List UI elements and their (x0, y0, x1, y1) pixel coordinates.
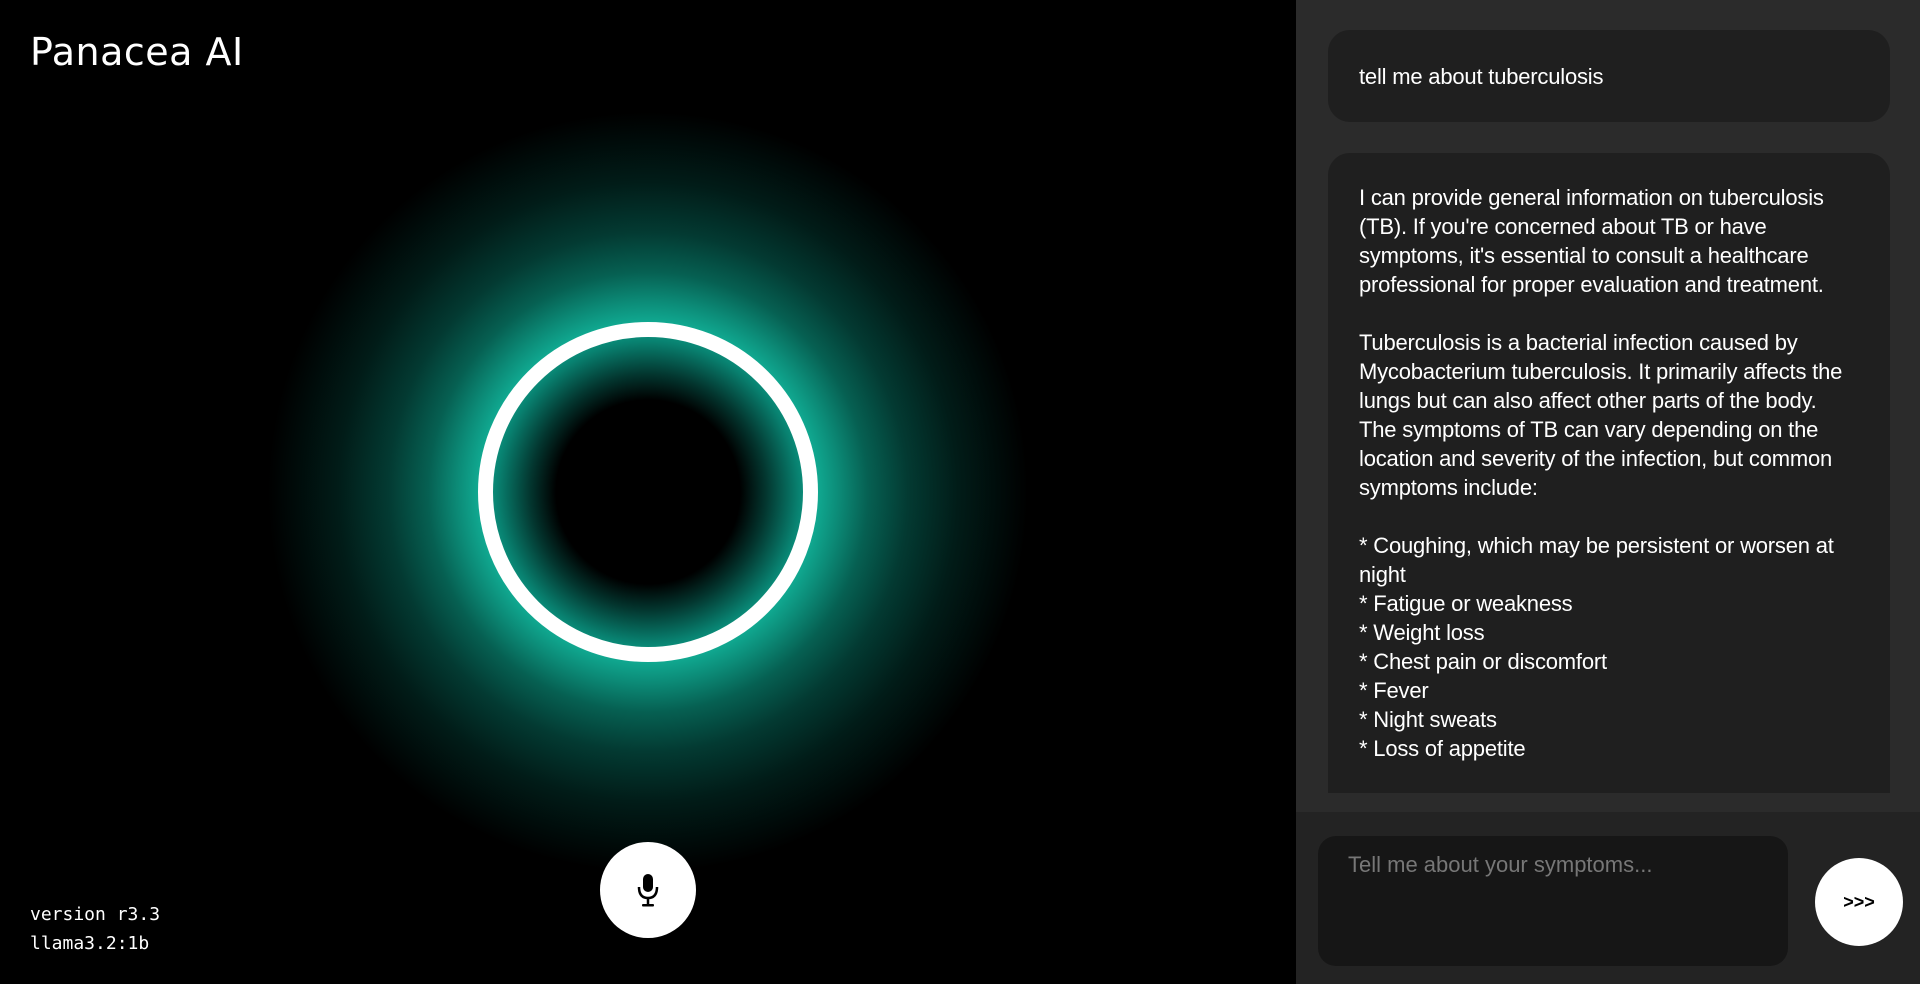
user-message-text: tell me about tuberculosis (1359, 63, 1604, 89)
assistant-paragraph: Tuberculosis is a bacterial infection ca… (1359, 330, 1843, 500)
message-composer: Tell me about your symptoms... >>> (1296, 812, 1920, 984)
microphone-icon (637, 874, 659, 907)
user-message: tell me about tuberculosis (1328, 30, 1890, 122)
chat-history[interactable]: tell me about tuberculosis I can provide… (1296, 0, 1920, 812)
symptom-item: Fatigue or weakness (1359, 589, 1859, 618)
symptom-input[interactable]: Tell me about your symptoms... (1318, 836, 1788, 966)
symptom-item: Night sweats (1359, 705, 1859, 734)
voice-orb-ring (478, 322, 818, 662)
microphone-button[interactable] (600, 842, 696, 938)
symptom-list: Coughing, which may be persistent or wor… (1359, 531, 1859, 763)
model-label: llama3.2:1b (30, 933, 150, 954)
symptom-item: Loss of appetite (1359, 734, 1859, 763)
symptom-item: Weight loss (1359, 618, 1859, 647)
app-root: Panacea AI version r3.3 llama3.2:1b tell… (0, 0, 1920, 984)
build-info: version r3.3 llama3.2:1b (30, 900, 160, 958)
chat-panel: tell me about tuberculosis I can provide… (1296, 0, 1920, 984)
app-title: Panacea AI (30, 30, 244, 74)
voice-stage: Panacea AI version r3.3 llama3.2:1b (0, 0, 1296, 984)
symptom-item: Chest pain or discomfort (1359, 647, 1859, 676)
send-button[interactable]: >>> (1815, 858, 1903, 946)
assistant-message: I can provide general information on tub… (1328, 153, 1890, 793)
version-label: version r3.3 (30, 904, 161, 925)
symptom-item: Fever (1359, 676, 1859, 705)
symptom-item: Coughing, which may be persistent or wor… (1359, 531, 1859, 589)
assistant-paragraph: I can provide general information on tub… (1359, 185, 1824, 297)
